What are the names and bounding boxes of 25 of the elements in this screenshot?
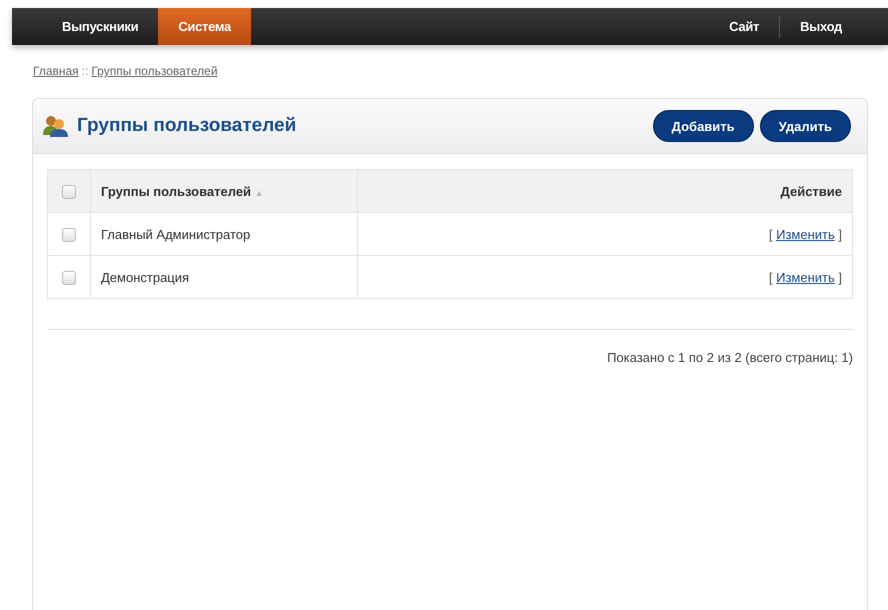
users-icon <box>43 115 69 137</box>
panel-title: Группы пользователей <box>77 115 296 137</box>
select-all-checkbox[interactable] <box>62 184 76 199</box>
nav-link[interactable]: Выход <box>780 8 862 45</box>
bracket: ] <box>838 226 842 242</box>
nav-tab[interactable]: Система <box>158 8 251 45</box>
breadcrumb-link[interactable]: Группы пользователей <box>91 64 218 78</box>
nav-link[interactable]: Сайт <box>709 8 780 45</box>
group-name: Демонстрация <box>101 270 190 284</box>
nav-tab[interactable]: Выпускники <box>42 8 158 45</box>
action-button[interactable]: Удалить <box>760 110 851 142</box>
column-header[interactable]: Группы пользователей <box>101 184 252 198</box>
pagination-info: Показано с 1 по 2 из 2 (всего страниц: 1) <box>607 350 853 365</box>
row-checkbox[interactable] <box>62 228 76 242</box>
breadcrumb-separator: :: <box>82 64 88 78</box>
breadcrumb-link[interactable]: Главная <box>33 64 79 78</box>
bracket: ] <box>838 270 842 284</box>
group-name: Главный Администратор <box>101 226 250 242</box>
action-button[interactable]: Добавить <box>652 110 754 142</box>
edit-link[interactable]: Изменить <box>776 270 835 284</box>
bracket: [ <box>768 226 772 242</box>
column-header: Действие <box>780 184 842 198</box>
bracket: [ <box>768 270 772 284</box>
edit-link[interactable]: Изменить <box>776 226 835 242</box>
row-checkbox[interactable] <box>62 270 76 285</box>
